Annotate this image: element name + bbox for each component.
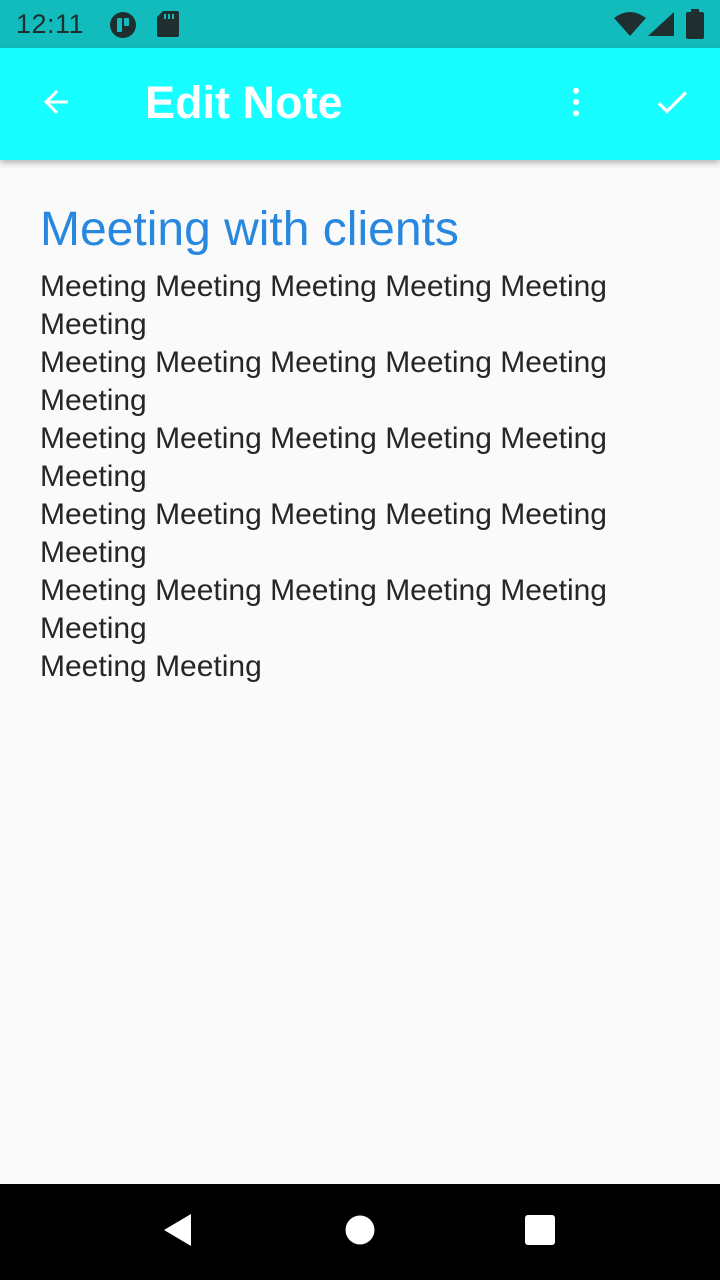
more-options-button[interactable] [544, 72, 608, 136]
note-editor: Meeting with clients Meeting Meeting Mee… [40, 200, 680, 686]
note-body-field[interactable]: Meeting Meeting Meeting Meeting Meeting … [40, 268, 680, 686]
status-bar: 12:11 [0, 0, 720, 48]
arrow-back-icon [38, 84, 74, 125]
nav-home-button[interactable] [336, 1208, 384, 1256]
nav-back-triangle-icon [163, 1213, 193, 1252]
screen: 12:11 Edit Note Meeting with clients Mee… [0, 0, 720, 1280]
nav-recents-square-icon [525, 1214, 555, 1250]
page-title: Edit Note [145, 77, 343, 128]
save-button[interactable] [640, 72, 704, 136]
nav-back-button[interactable] [154, 1208, 202, 1256]
back-button[interactable] [24, 72, 88, 136]
check-icon [652, 82, 692, 127]
sd-card-icon [157, 11, 179, 42]
more-vert-icon [558, 84, 594, 125]
battery-icon [686, 9, 704, 44]
app-bar: Edit Note [0, 48, 720, 160]
status-time: 12:11 [16, 9, 85, 39]
system-nav-bar [0, 1184, 720, 1280]
nav-home-circle-icon [345, 1215, 375, 1250]
note-title-field[interactable]: Meeting with clients [40, 200, 680, 260]
wifi-icon [614, 12, 646, 41]
nav-recents-button[interactable] [516, 1208, 564, 1256]
app-notification-icon [108, 10, 138, 45]
cell-signal-icon [648, 12, 674, 41]
